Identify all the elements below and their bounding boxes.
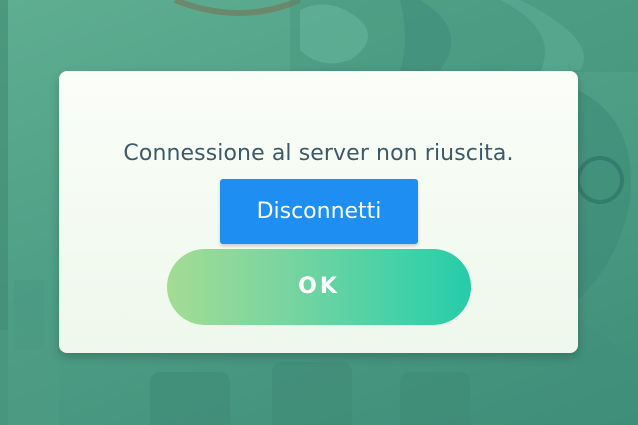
game-screen: Connessione al server non riuscita. Disc…	[0, 0, 638, 425]
error-dialog: Connessione al server non riuscita. Disc…	[59, 71, 578, 353]
ok-button[interactable]: OK	[167, 249, 471, 325]
disconnect-button[interactable]: Disconnetti	[220, 179, 418, 244]
error-message: Connessione al server non riuscita.	[123, 141, 514, 166]
